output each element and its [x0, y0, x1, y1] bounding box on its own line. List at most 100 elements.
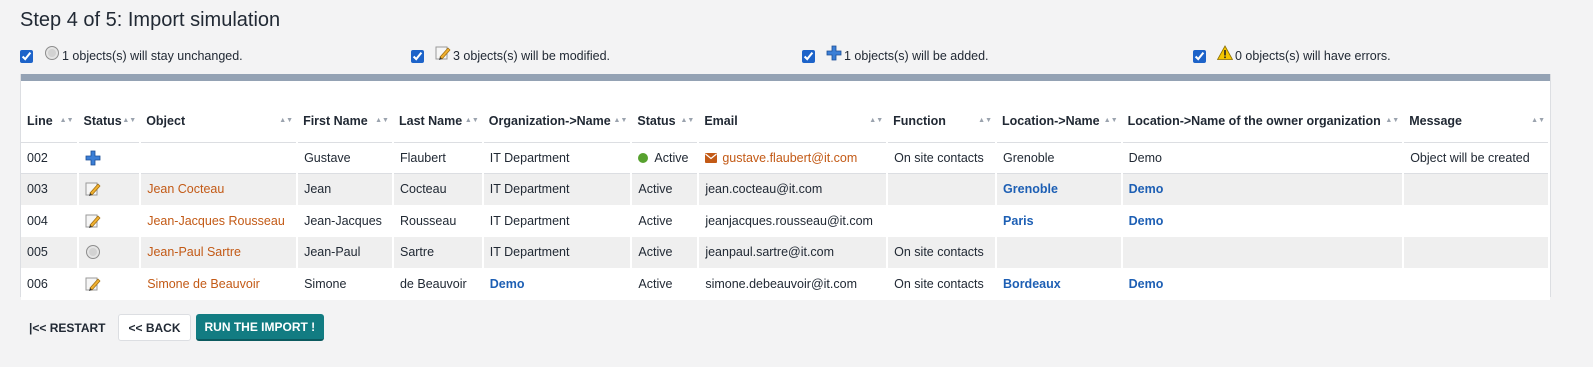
summary-modified-label: 3 objects(s) will be modified.	[453, 49, 611, 63]
owner-org-link[interactable]: Demo	[1129, 182, 1164, 196]
column-header[interactable]: First Name ▲▼	[297, 101, 393, 143]
cell-status: Active	[631, 236, 700, 269]
sort-icon: ▲▼	[1385, 117, 1400, 125]
column-header[interactable]: Location->Name ▲▼	[996, 101, 1122, 143]
column-header[interactable]: Function ▲▼	[887, 101, 997, 143]
modified-checkbox[interactable]	[411, 49, 424, 63]
results-panel: Line ▲▼ Status ▲▼ Object ▲▼ First Name ▲▼ La…	[20, 74, 1551, 300]
pencil-edit-icon	[85, 182, 101, 197]
cell-first-name: Gustave	[297, 142, 394, 174]
page-title: Step 4 of 5: Import simulation	[20, 9, 281, 31]
organization-link[interactable]: Demo	[490, 277, 525, 291]
blue-plus-icon	[85, 150, 100, 166]
cell-message	[1403, 205, 1550, 237]
cell-first-name: Jean-Jacques	[297, 205, 394, 237]
pencil-edit-icon	[435, 46, 451, 60]
sort-icon: ▲▼	[680, 117, 695, 125]
cell-last-name: Rousseau	[392, 205, 484, 237]
cell-message	[1403, 236, 1550, 269]
cell-object: Jean Cocteau	[140, 173, 299, 206]
cell-organization: Demo	[482, 268, 633, 300]
object-link[interactable]: Jean Cocteau	[147, 182, 224, 196]
summary-errors[interactable]: 0 objects(s) will have errors.	[1193, 45, 1391, 64]
cell-line: 006	[21, 268, 79, 300]
envelope-icon	[705, 152, 718, 163]
sort-icon: ▲▼	[122, 117, 137, 125]
column-header[interactable]: Organization->Name ▲▼	[482, 101, 632, 143]
location-link[interactable]: Bordeaux	[1003, 277, 1061, 291]
location-link[interactable]: Paris	[1003, 214, 1034, 228]
cell-status-icon	[77, 205, 142, 237]
cell-organization: IT Department	[482, 205, 633, 237]
cell-last-name: de Beauvoir	[392, 268, 484, 300]
column-header[interactable]: Status ▲▼	[631, 101, 699, 143]
sort-icon: ▲▼	[613, 117, 628, 125]
column-header[interactable]: Email ▲▼	[698, 101, 888, 143]
cell-status-icon	[77, 173, 142, 206]
wizard-actions: |<< RESTART << BACK RUN THE IMPORT !	[20, 314, 325, 341]
cell-function	[887, 173, 998, 206]
table-row: 005 Jean-Paul Sartre Jean-Paul Sartre IT…	[21, 236, 1550, 269]
errors-checkbox[interactable]	[1193, 49, 1206, 63]
cell-status-icon	[77, 236, 142, 269]
cell-message	[1403, 268, 1550, 300]
sort-icon: ▲▼	[464, 117, 479, 125]
restart-button[interactable]: |<< RESTART	[20, 314, 114, 341]
unchanged-circle-icon	[85, 245, 100, 260]
column-header[interactable]: Status ▲▼	[77, 101, 141, 143]
location-link[interactable]: Grenoble	[1003, 182, 1058, 196]
cell-status-icon	[77, 268, 142, 300]
cell-function: On site contacts	[887, 236, 998, 269]
cell-status-icon	[77, 142, 142, 174]
cell-owner-org	[1121, 236, 1405, 269]
object-link[interactable]: Jean-Paul Sartre	[147, 245, 241, 259]
sort-icon: ▲▼	[978, 117, 993, 125]
cell-first-name: Simone	[297, 268, 394, 300]
summary-added-label: 1 objects(s) will be added.	[844, 49, 989, 63]
cell-organization: IT Department	[482, 236, 633, 269]
run-import-button[interactable]: RUN THE IMPORT !	[195, 314, 325, 341]
column-header[interactable]: Object ▲▼	[140, 101, 298, 143]
object-link[interactable]: Jean-Jacques Rousseau	[147, 214, 285, 228]
cell-owner-org: Demo	[1121, 173, 1405, 206]
owner-org-link[interactable]: Demo	[1129, 214, 1164, 228]
summary-unchanged[interactable]: 1 objects(s) will stay unchanged.	[20, 46, 243, 64]
owner-org-link[interactable]: Demo	[1129, 277, 1164, 291]
summary-added[interactable]: 1 objects(s) will be added.	[802, 45, 989, 64]
pencil-edit-icon	[85, 214, 101, 228]
simulation-summary: 1 objects(s) will stay unchanged. 3 obje…	[0, 45, 1593, 70]
column-header[interactable]: Last Name ▲▼	[392, 101, 483, 143]
cell-line: 004	[21, 205, 79, 237]
column-header[interactable]: Location->Name of the owner organization…	[1121, 101, 1404, 143]
cell-email: gustave.flaubert@it.com	[698, 142, 889, 174]
cell-object	[140, 142, 299, 174]
unchanged-checkbox[interactable]	[20, 49, 33, 63]
cell-location: Paris	[996, 205, 1123, 237]
object-link[interactable]: Simone de Beauvoir	[147, 277, 260, 291]
added-checkbox[interactable]	[802, 49, 815, 63]
cell-line: 002	[21, 142, 79, 174]
cell-status: Active	[631, 268, 700, 300]
cell-status: Active	[631, 142, 700, 174]
sort-icon: ▲▼	[1531, 117, 1545, 125]
cell-location: Bordeaux	[996, 268, 1123, 300]
active-status-dot-icon	[638, 152, 649, 163]
cell-last-name: Sartre	[392, 236, 484, 269]
column-header[interactable]: Line ▲▼	[21, 101, 78, 143]
cell-function: On site contacts	[887, 268, 998, 300]
table-row: 002 Gustave Flaubert IT Department Activ…	[21, 142, 1550, 174]
email-link[interactable]: gustave.flaubert@it.com	[722, 151, 857, 165]
unchanged-circle-icon	[45, 46, 59, 60]
column-header[interactable]: Message ▲▼	[1403, 101, 1549, 143]
back-button[interactable]: << BACK	[118, 314, 191, 341]
summary-errors-label: 0 objects(s) will have errors.	[1235, 49, 1391, 63]
cell-message: Object will be created	[1403, 142, 1550, 174]
cell-email: jean.cocteau@it.com	[698, 173, 889, 206]
warning-triangle-icon	[1217, 45, 1233, 60]
cell-owner-org: Demo	[1121, 268, 1405, 300]
summary-modified[interactable]: 3 objects(s) will be modified.	[411, 46, 611, 64]
sort-icon: ▲▼	[59, 117, 74, 125]
cell-location: Grenoble	[996, 142, 1123, 174]
cell-status: Active	[631, 205, 700, 237]
sort-icon: ▲▼	[375, 117, 389, 125]
